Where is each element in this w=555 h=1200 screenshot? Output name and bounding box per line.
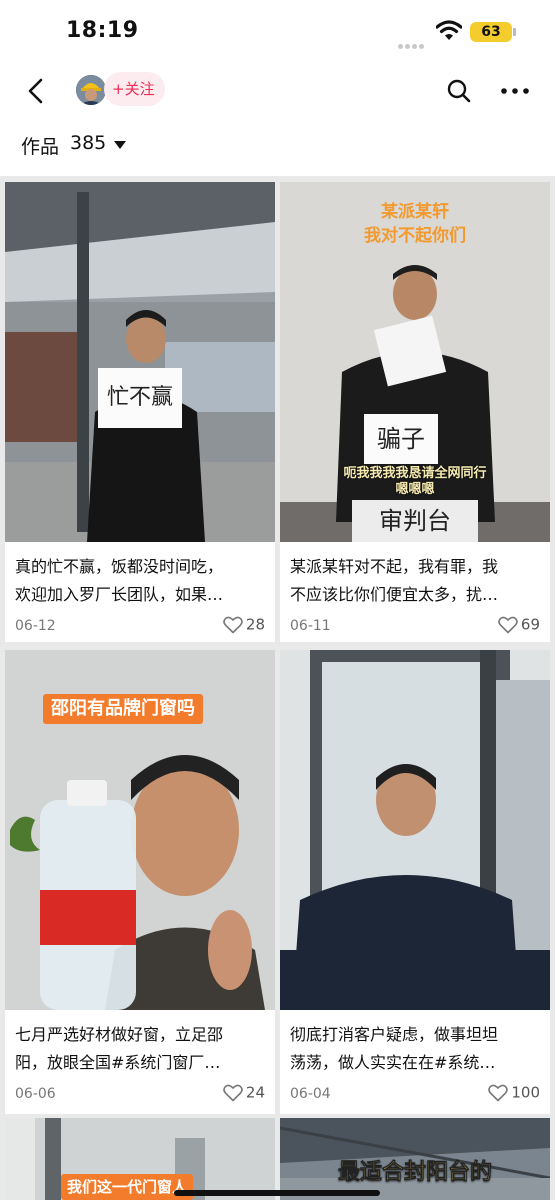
video-thumbnail[interactable]: 邵阳有品牌门窗吗 — [5, 650, 275, 1010]
heart-icon — [488, 1084, 509, 1101]
video-thumbnail[interactable]: 我们这一代门窗人 — [5, 1118, 275, 1200]
home-indicator[interactable] — [174, 1190, 380, 1196]
status-time: 18:19 — [66, 18, 139, 43]
video-overlay-title: 某派某轩 我对不起你们 — [364, 202, 466, 246]
works-label: 作品 — [21, 136, 60, 158]
heart-icon — [223, 616, 243, 633]
like-count[interactable]: 69 — [498, 615, 540, 637]
video-card[interactable]: 某派某轩 我对不起你们 骗子 呃我我我我恳请全网同行 嗯嗯嗯 审判台 某派某轩对… — [280, 182, 550, 642]
more-icon[interactable] — [498, 76, 532, 106]
video-overlay-subtitle: 呃我我我我恳请全网同行 嗯嗯嗯 — [343, 466, 487, 497]
avatar[interactable] — [76, 75, 106, 105]
battery-cap — [513, 28, 516, 36]
video-card[interactable]: 我们这一代门窗人 — [5, 1118, 275, 1200]
video-overlay-sign: 忙不赢 — [98, 368, 182, 428]
heart-icon — [223, 1084, 243, 1101]
video-title: 真的忙不赢，饭都没时间吃， 欢迎加入罗厂长团队，如果… — [15, 557, 224, 604]
follow-button[interactable]: +关注 — [104, 72, 165, 106]
like-count[interactable]: 28 — [223, 615, 265, 637]
video-card[interactable]: 邵阳有品牌门窗吗 七月严选好材做好窗，立足邵 阳，放眼全国#系统门窗厂… 06-… — [5, 650, 275, 1114]
video-overlay-title: 我们这一代门窗人 — [61, 1174, 194, 1200]
cellular-signal-icon — [398, 34, 428, 49]
like-count[interactable]: 24 — [223, 1083, 265, 1105]
profile-header: +关注 — [0, 62, 555, 120]
video-date: 06-12 — [15, 618, 56, 634]
video-overlay-title: 邵阳有品牌门窗吗 — [43, 694, 203, 724]
like-count[interactable]: 100 — [488, 1083, 540, 1105]
video-card[interactable]: 忙不赢 真的忙不赢，饭都没时间吃， 欢迎加入罗厂长团队，如果… 06-12 28 — [5, 182, 275, 642]
video-date: 06-11 — [290, 618, 331, 634]
works-count: 385 — [70, 132, 107, 154]
heart-icon — [498, 616, 518, 633]
status-bar: 18:19 63 — [0, 0, 555, 62]
video-date: 06-04 — [290, 1086, 331, 1102]
video-overlay-sign: 骗子 — [364, 414, 438, 464]
video-overlay-title: 最适合封阳台的 — [337, 1160, 493, 1186]
works-filter[interactable]: 作品 385 — [0, 120, 555, 176]
video-title: 七月严选好材做好窗，立足邵 阳，放眼全国#系统门窗厂… — [15, 1025, 224, 1072]
video-title: 某派某轩对不起，我有罪，我 不应该比你们便宜太多，扰… — [290, 557, 499, 604]
video-date: 06-06 — [15, 1086, 56, 1102]
video-thumbnail[interactable]: 忙不赢 — [5, 182, 275, 542]
battery-indicator: 63 — [470, 22, 512, 42]
search-icon[interactable] — [444, 76, 474, 106]
video-overlay-podium: 审判台 — [352, 500, 478, 542]
wifi-icon — [436, 20, 462, 40]
video-thumbnail[interactable]: 某派某轩 我对不起你们 骗子 呃我我我我恳请全网同行 嗯嗯嗯 审判台 — [280, 182, 550, 542]
caret-down-icon[interactable] — [114, 140, 126, 150]
video-title: 彻底打消客户疑虑，做事坦坦 荡荡，做人实实在在#系统… — [290, 1025, 499, 1072]
back-chevron-icon[interactable] — [20, 74, 54, 108]
video-thumbnail[interactable]: 最适合封阳台的 — [280, 1118, 550, 1200]
video-card[interactable]: 彻底打消客户疑虑，做事坦坦 荡荡，做人实实在在#系统… 06-04 100 — [280, 650, 550, 1114]
video-card[interactable]: 最适合封阳台的 — [280, 1118, 550, 1200]
video-thumbnail[interactable] — [280, 650, 550, 1010]
